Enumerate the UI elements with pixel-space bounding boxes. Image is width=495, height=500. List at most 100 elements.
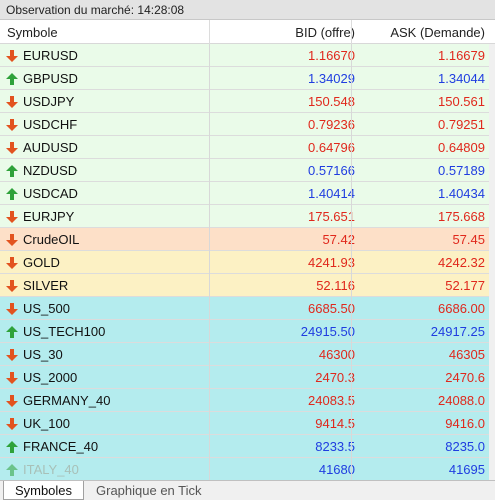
- column-divider: [351, 366, 352, 389]
- ask-price: 8235.0: [445, 439, 485, 454]
- table-row[interactable]: GERMANY_40 24083.5 24088.0: [0, 389, 495, 412]
- table-row[interactable]: AUDUSD 0.64796 0.64809: [0, 136, 495, 159]
- symbol-name: CrudeOIL: [23, 232, 80, 247]
- column-divider: [351, 389, 352, 412]
- table-row[interactable]: GBPUSD 1.34029 1.34044: [0, 67, 495, 90]
- symbol-name: US_2000: [23, 370, 78, 385]
- arrow-down-icon: [6, 280, 18, 292]
- arrow-up-icon: [6, 326, 18, 338]
- symbol-name: GERMANY_40: [23, 393, 111, 408]
- table-row[interactable]: USDJPY 150.548 150.561: [0, 90, 495, 113]
- ask-price: 24088.0: [438, 393, 485, 408]
- bid-price: 24915.50: [300, 324, 355, 339]
- arrow-up-icon: [6, 464, 18, 476]
- column-divider: [209, 136, 210, 159]
- column-divider[interactable]: [209, 20, 210, 44]
- bid-price: 2470.3: [315, 370, 355, 385]
- bid-price: 4241.93: [308, 255, 355, 270]
- column-divider: [351, 297, 352, 320]
- column-header-symbol[interactable]: Symbole: [7, 25, 58, 40]
- table-row[interactable]: SILVER 52.116 52.177: [0, 274, 495, 297]
- bid-price: 8233.5: [315, 439, 355, 454]
- column-header-ask[interactable]: ASK (Demande): [390, 25, 485, 40]
- column-divider[interactable]: [351, 20, 352, 44]
- column-divider: [209, 205, 210, 228]
- table-row[interactable]: US_30 46300 46305: [0, 343, 495, 366]
- bid-price: 9414.5: [315, 416, 355, 431]
- symbol-name: GOLD: [23, 255, 60, 270]
- column-divider: [209, 113, 210, 136]
- column-divider: [209, 251, 210, 274]
- ask-price: 0.57189: [438, 163, 485, 178]
- column-divider: [351, 67, 352, 90]
- table-row[interactable]: CrudeOIL 57.42 57.45: [0, 228, 495, 251]
- vertical-scrollbar[interactable]: [489, 44, 495, 480]
- arrow-down-icon: [6, 418, 18, 430]
- bid-price: 0.64796: [308, 140, 355, 155]
- table-row[interactable]: US_2000 2470.3 2470.6: [0, 366, 495, 389]
- table-row[interactable]: GOLD 4241.93 4242.32: [0, 251, 495, 274]
- ask-price: 2470.6: [445, 370, 485, 385]
- table-row[interactable]: US_500 6685.50 6686.00: [0, 297, 495, 320]
- arrow-down-icon: [6, 119, 18, 131]
- column-divider: [351, 90, 352, 113]
- bid-price: 41680: [318, 462, 355, 477]
- table-row[interactable]: EURJPY 175.651 175.668: [0, 205, 495, 228]
- table-row[interactable]: NZDUSD 0.57166 0.57189: [0, 159, 495, 182]
- tab-tick-chart[interactable]: Graphique en Tick: [96, 481, 202, 500]
- column-divider: [351, 251, 352, 274]
- column-divider: [351, 113, 352, 136]
- arrow-up-icon: [6, 441, 18, 453]
- column-divider: [351, 320, 352, 343]
- table-header: Symbole BID (offre) ASK (Demande): [0, 20, 495, 44]
- column-divider: [351, 159, 352, 182]
- ask-price: 57.45: [452, 232, 485, 247]
- window-titlebar: Observation du marché: 14:28:08: [0, 0, 495, 20]
- ask-price: 6686.00: [438, 301, 485, 316]
- table-row[interactable]: FRANCE_40 8233.5 8235.0: [0, 435, 495, 458]
- symbol-name: EURUSD: [23, 48, 78, 63]
- column-header-bid[interactable]: BID (offre): [295, 25, 355, 40]
- ask-price: 46305: [448, 347, 485, 362]
- arrow-down-icon: [6, 142, 18, 154]
- column-divider: [351, 274, 352, 297]
- bid-price: 46300: [318, 347, 355, 362]
- table-body: EURUSD 1.16670 1.16679 GBPUSD 1.34029 1.34044…: [0, 44, 495, 481]
- symbol-name: USDJPY: [23, 94, 75, 109]
- column-divider: [209, 297, 210, 320]
- ask-price: 1.16679: [438, 48, 485, 63]
- symbol-name: GBPUSD: [23, 71, 78, 86]
- tab-symbols[interactable]: Symboles: [3, 481, 84, 500]
- arrow-up-icon: [6, 73, 18, 85]
- column-divider: [209, 228, 210, 251]
- bid-price: 175.651: [308, 209, 355, 224]
- window-title: Observation du marché: 14:28:08: [6, 3, 185, 17]
- arrow-down-icon: [6, 303, 18, 315]
- table-row[interactable]: UK_100 9414.5 9416.0: [0, 412, 495, 435]
- column-divider: [209, 90, 210, 113]
- bid-price: 0.79236: [308, 117, 355, 132]
- bid-price: 52.116: [316, 278, 355, 293]
- symbol-name: SILVER: [23, 278, 69, 293]
- symbol-name: UK_100: [23, 416, 70, 431]
- symbol-name: US_TECH100: [23, 324, 106, 339]
- table-row[interactable]: US_TECH100 24915.50 24917.25: [0, 320, 495, 343]
- arrow-down-icon: [6, 234, 18, 246]
- column-divider: [351, 435, 352, 458]
- ask-price: 1.34044: [438, 71, 485, 86]
- table-row[interactable]: ITALY_40 41680 41695: [0, 458, 495, 481]
- bid-price: 0.57166: [308, 163, 355, 178]
- column-divider: [351, 205, 352, 228]
- column-divider: [351, 458, 352, 481]
- table-row[interactable]: EURUSD 1.16670 1.16679: [0, 44, 495, 67]
- symbol-name: EURJPY: [23, 209, 75, 224]
- symbol-name: US_500: [23, 301, 70, 316]
- arrow-down-icon: [6, 372, 18, 384]
- column-divider: [209, 366, 210, 389]
- ask-price: 52.177: [445, 278, 485, 293]
- table-row[interactable]: USDCAD 1.40414 1.40434: [0, 182, 495, 205]
- table-row[interactable]: USDCHF 0.79236 0.79251: [0, 113, 495, 136]
- arrow-down-icon: [6, 257, 18, 269]
- symbol-name: US_30: [23, 347, 63, 362]
- column-divider: [351, 412, 352, 435]
